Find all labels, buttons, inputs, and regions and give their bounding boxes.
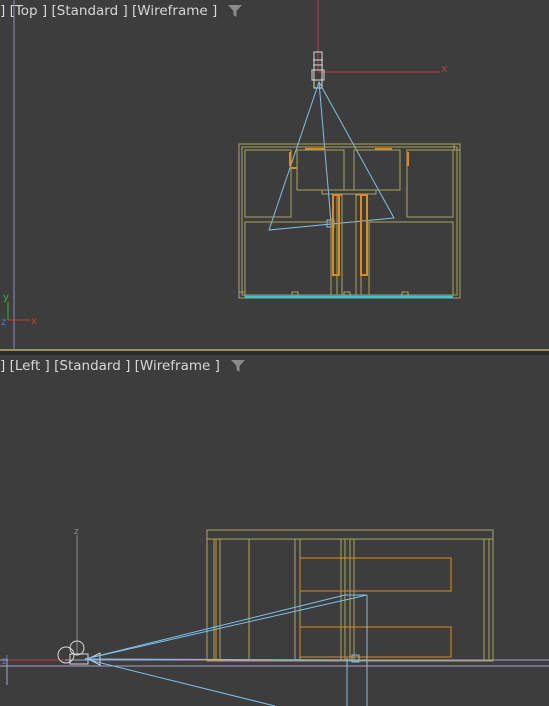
- svg-text:y: y: [3, 292, 9, 303]
- camera-frustum-top: [268, 80, 395, 231]
- viewport-label-left: ] [Left ] [Standard ] [Wireframe ]: [0, 357, 246, 375]
- left-view-canvas[interactable]: z z: [0, 355, 549, 706]
- svg-text:z: z: [1, 317, 6, 328]
- viewport-left[interactable]: z z] [Left] [Standard] [Wireframe]: [0, 355, 549, 706]
- display-mode-menu[interactable]: [Wireframe ]: [132, 2, 217, 20]
- view-name-menu[interactable]: [Top ]: [10, 2, 48, 20]
- svg-text:x: x: [31, 316, 37, 327]
- filter-icon[interactable]: [227, 4, 243, 18]
- display-mode-menu[interactable]: [Wireframe ]: [135, 357, 220, 375]
- selected-walls-left: [215, 539, 452, 661]
- top-view-canvas[interactable]: x x y z: [0, 0, 549, 349]
- shading-mode-menu[interactable]: [Standard ]: [51, 2, 127, 20]
- svg-text:z: z: [2, 656, 7, 667]
- viewport-label-top: ] [Top ] [Standard ] [Wireframe ]: [0, 2, 243, 20]
- shading-mode-menu[interactable]: [Standard ]: [54, 357, 130, 375]
- axis-tripod-left: z: [2, 655, 8, 685]
- axis-tripod-top: x y z: [1, 292, 37, 328]
- view-name-menu[interactable]: [Left ]: [10, 357, 50, 375]
- gizmo-x-label: x: [441, 62, 448, 75]
- viewport-top[interactable]: x x y z] [Top] [Standard] [Wireframe …: [0, 0, 549, 349]
- z-axis-label: z: [74, 527, 79, 537]
- filter-icon[interactable]: [230, 359, 246, 373]
- camera-frustum-left: [84, 594, 368, 706]
